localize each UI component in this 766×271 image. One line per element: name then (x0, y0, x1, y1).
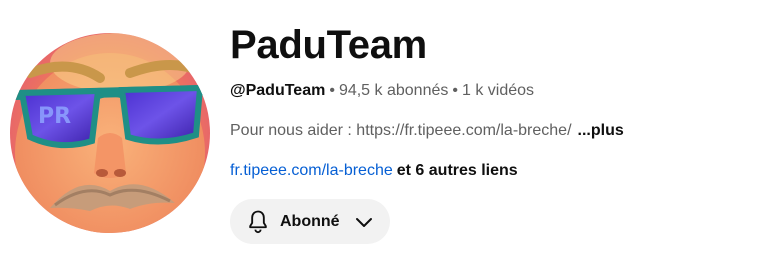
subscribed-button[interactable]: Abonné (230, 199, 390, 244)
channel-info: PaduTeam @PaduTeam • 94,5 k abonnés • 1 k vi… (230, 20, 760, 182)
channel-handle: @PaduTeam (230, 82, 326, 99)
chevron-down-icon (352, 210, 376, 234)
description-text: Pour nous aider : https://fr.tipeee.com/… (230, 122, 572, 139)
channel-meta: @PaduTeam • 94,5 k abonnés • 1 k vidéos (230, 80, 760, 102)
subscriber-count: 94,5 k abonnés (338, 82, 449, 99)
subscribed-label: Abonné (280, 212, 340, 230)
channel-avatar[interactable]: PR (10, 33, 210, 233)
meta-separator: • (452, 82, 458, 99)
bell-icon (244, 208, 272, 236)
external-link[interactable]: fr.tipeee.com/la-breche (230, 162, 393, 179)
more-link[interactable]: ...plus (578, 122, 624, 139)
video-count: 1 k vidéos (461, 82, 535, 99)
channel-links: fr.tipeee.com/la-breche et 6 autres liens (230, 160, 760, 182)
channel-name: PaduTeam (230, 23, 427, 67)
meta-separator: • (329, 82, 335, 99)
avatar-image: PR (10, 33, 210, 233)
channel-description[interactable]: Pour nous aider : https://fr.tipeee.com/… (230, 120, 760, 142)
other-links-button[interactable]: et 6 autres liens (397, 162, 518, 179)
svg-text:PR: PR (38, 104, 71, 129)
